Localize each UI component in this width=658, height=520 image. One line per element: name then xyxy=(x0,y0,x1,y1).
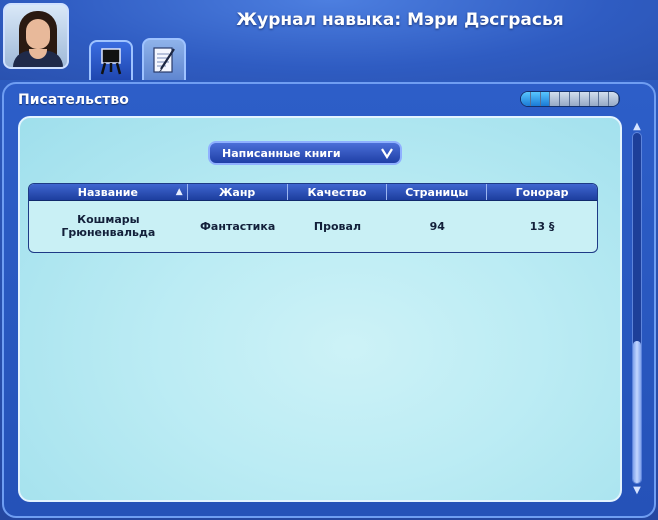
skill-level-pip xyxy=(589,92,600,106)
scroll-down-icon[interactable]: ▼ xyxy=(629,484,645,496)
sort-ascending-icon: ▲ xyxy=(175,187,183,197)
table-header: Название ▲ Жанр Качество Страницы Гонора… xyxy=(29,184,597,201)
books-table: Название ▲ Жанр Качество Страницы Гонора… xyxy=(28,183,598,253)
content-area xyxy=(18,116,622,502)
skill-level-pip xyxy=(540,92,551,106)
column-header-royalty[interactable]: Гонорар xyxy=(487,184,597,200)
skill-level-pip xyxy=(609,92,619,106)
column-header-genre[interactable]: Жанр xyxy=(188,184,288,200)
skill-level-pip xyxy=(550,92,561,106)
cell-quality: Провал xyxy=(313,219,361,233)
cell-pages: 94 xyxy=(429,219,445,233)
skill-level-pip xyxy=(521,92,531,106)
notepad-pen-icon xyxy=(153,47,175,73)
skill-level-bar xyxy=(520,91,620,107)
tab-painting[interactable] xyxy=(89,40,133,80)
cell-royalty: 13 § xyxy=(529,219,555,233)
skill-level-pip xyxy=(530,92,541,106)
tab-writing[interactable] xyxy=(142,38,186,80)
skill-level-pip xyxy=(599,92,610,106)
dropdown-selected-label: Написанные книги xyxy=(222,146,341,160)
vertical-scrollbar[interactable]: ▲ ▼ xyxy=(629,120,645,496)
cell-title: Кошмары Грюненвальда xyxy=(61,213,156,239)
table-row[interactable]: Кошмары Грюненвальда Фантастика Провал 9… xyxy=(29,201,597,251)
category-dropdown[interactable]: Написанные книги xyxy=(208,141,402,165)
skill-level-pip xyxy=(569,92,580,106)
chevron-down-icon[interactable] xyxy=(378,144,396,162)
skill-name: Писательство xyxy=(18,92,129,108)
column-header-pages[interactable]: Страницы xyxy=(387,184,488,200)
scroll-up-icon[interactable]: ▲ xyxy=(629,120,645,132)
skill-level-pip xyxy=(560,92,570,106)
easel-icon xyxy=(100,48,122,75)
column-header-quality[interactable]: Качество xyxy=(288,184,388,200)
top-bar: Журнал навыка: Мэри Дэсграсья xyxy=(0,0,658,80)
scroll-thumb[interactable] xyxy=(633,341,641,483)
avatar[interactable] xyxy=(3,3,69,69)
scroll-track[interactable] xyxy=(632,132,642,484)
window-title: Журнал навыка: Мэри Дэсграсья xyxy=(236,10,564,30)
cell-genre: Фантастика xyxy=(200,219,276,233)
skill-level-pip xyxy=(579,92,590,106)
column-header-title[interactable]: Название ▲ xyxy=(29,184,188,200)
